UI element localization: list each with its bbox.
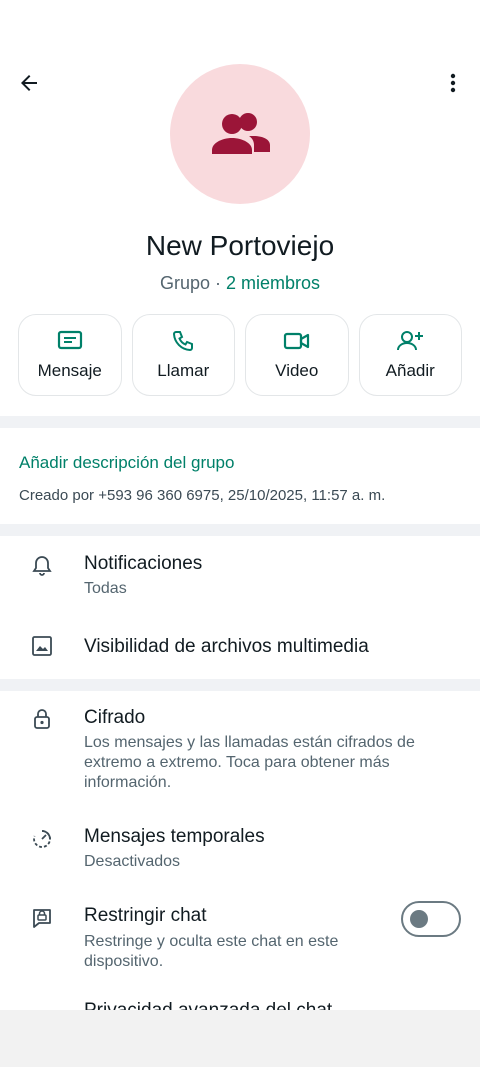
disappearing-messages-title: Mensajes temporales <box>84 826 265 847</box>
created-by-text: Creado por +593 96 360 6975, 25/10/2025,… <box>19 487 386 504</box>
image-icon <box>30 634 54 658</box>
restrict-chat-title: Restringir chat <box>84 905 207 926</box>
disappearing-messages-row[interactable]: Mensajes temporales Desactivados <box>0 810 480 886</box>
add-member-label: Añadir <box>385 361 435 380</box>
more-vert-icon <box>450 73 456 93</box>
members-link[interactable]: 2 miembros <box>226 273 320 293</box>
restrict-chat-description: Restringe y oculta este chat en este dis… <box>84 933 339 970</box>
add-description-link[interactable]: Añadir descripción del grupo <box>19 453 234 473</box>
encryption-row[interactable]: Cifrado Los mensajes y las llamadas está… <box>0 691 480 806</box>
add-person-icon <box>397 331 424 351</box>
group-avatar[interactable] <box>170 64 310 204</box>
video-label: Video <box>275 361 319 380</box>
lock-icon <box>30 707 54 731</box>
message-icon <box>57 330 82 350</box>
toggle-knob <box>410 910 428 928</box>
bell-icon <box>30 554 54 578</box>
encryption-title: Cifrado <box>84 707 146 728</box>
call-button[interactable]: Llamar <box>131 314 235 396</box>
action-buttons: Mensaje Llamar Video Añadir <box>18 314 462 396</box>
call-label: Llamar <box>157 361 210 380</box>
add-member-button[interactable]: Añadir <box>358 314 462 396</box>
system-navigation-bar <box>0 1010 480 1067</box>
video-icon <box>283 332 309 350</box>
chat-privacy-title-partial[interactable]: Privacidad avanzada del chat <box>84 1000 332 1010</box>
video-button[interactable]: Video <box>245 314 349 396</box>
message-label: Mensaje <box>37 361 102 380</box>
notifications-title: Notificaciones <box>84 553 203 574</box>
restrict-chat-icon <box>30 906 54 930</box>
description-section: Añadir descripción del grupo Creado por … <box>0 428 480 524</box>
notifications-value: Todas <box>84 580 127 597</box>
timer-icon <box>30 827 54 851</box>
group-icon <box>212 113 270 154</box>
back-button[interactable] <box>12 66 46 100</box>
section-divider <box>0 524 480 536</box>
restrict-chat-toggle[interactable] <box>401 901 461 937</box>
media-visibility-row[interactable]: Visibilidad de archivos multimedia <box>0 612 480 678</box>
arrow-back-icon <box>21 75 37 91</box>
disappearing-messages-value: Desactivados <box>84 853 181 870</box>
notifications-row[interactable]: Notificaciones Todas <box>0 536 480 612</box>
group-type-label: Grupo · <box>159 273 221 293</box>
encryption-description: Los mensajes y las llamadas están cifrad… <box>84 734 415 791</box>
more-options-button[interactable] <box>436 66 470 100</box>
phone-icon <box>173 331 194 352</box>
group-subtitle: Grupo · 2 miembros <box>0 273 480 294</box>
media-visibility-title: Visibilidad de archivos multimedia <box>84 636 369 657</box>
section-divider <box>0 679 480 691</box>
section-divider <box>0 416 480 428</box>
message-button[interactable]: Mensaje <box>18 314 122 396</box>
group-name: New Portoviejo <box>145 230 335 261</box>
